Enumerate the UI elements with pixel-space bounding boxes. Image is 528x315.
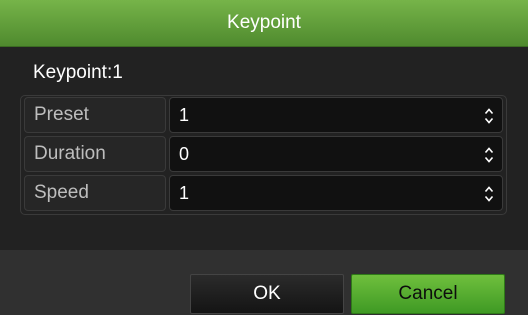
up-down-arrows-icon[interactable] [484,146,494,164]
keypoint-settings-table: Preset 1 Duration 0 Speed 1 [20,95,507,215]
up-down-arrows-icon[interactable] [484,107,494,125]
keypoint-dialog: Keypoint Keypoint:1 Preset 1 Duration 0 [0,0,528,315]
up-down-arrows-icon[interactable] [484,185,494,203]
speed-label: Speed [34,182,89,203]
speed-row: Speed 1 [21,175,506,213]
duration-row: Duration 0 [21,136,506,174]
speed-label-cell: Speed [24,175,166,211]
duration-label-cell: Duration [24,136,166,172]
dialog-title: Keypoint [227,12,301,33]
duration-spinbox[interactable]: 0 [169,136,503,172]
preset-label-cell: Preset [24,97,166,133]
ok-button[interactable]: OK [190,274,344,314]
dialog-footer: OK Cancel [0,250,528,315]
duration-value[interactable]: 0 [179,144,189,165]
cancel-button[interactable]: Cancel [351,274,505,314]
keypoint-number-label: Keypoint:1 [33,62,123,83]
preset-row: Preset 1 [21,97,506,135]
dialog-titlebar: Keypoint [0,0,528,47]
preset-value[interactable]: 1 [179,105,189,126]
speed-value[interactable]: 1 [179,183,189,204]
speed-spinbox[interactable]: 1 [169,175,503,211]
duration-label: Duration [34,143,106,164]
preset-label: Preset [34,104,89,125]
preset-spinbox[interactable]: 1 [169,97,503,133]
